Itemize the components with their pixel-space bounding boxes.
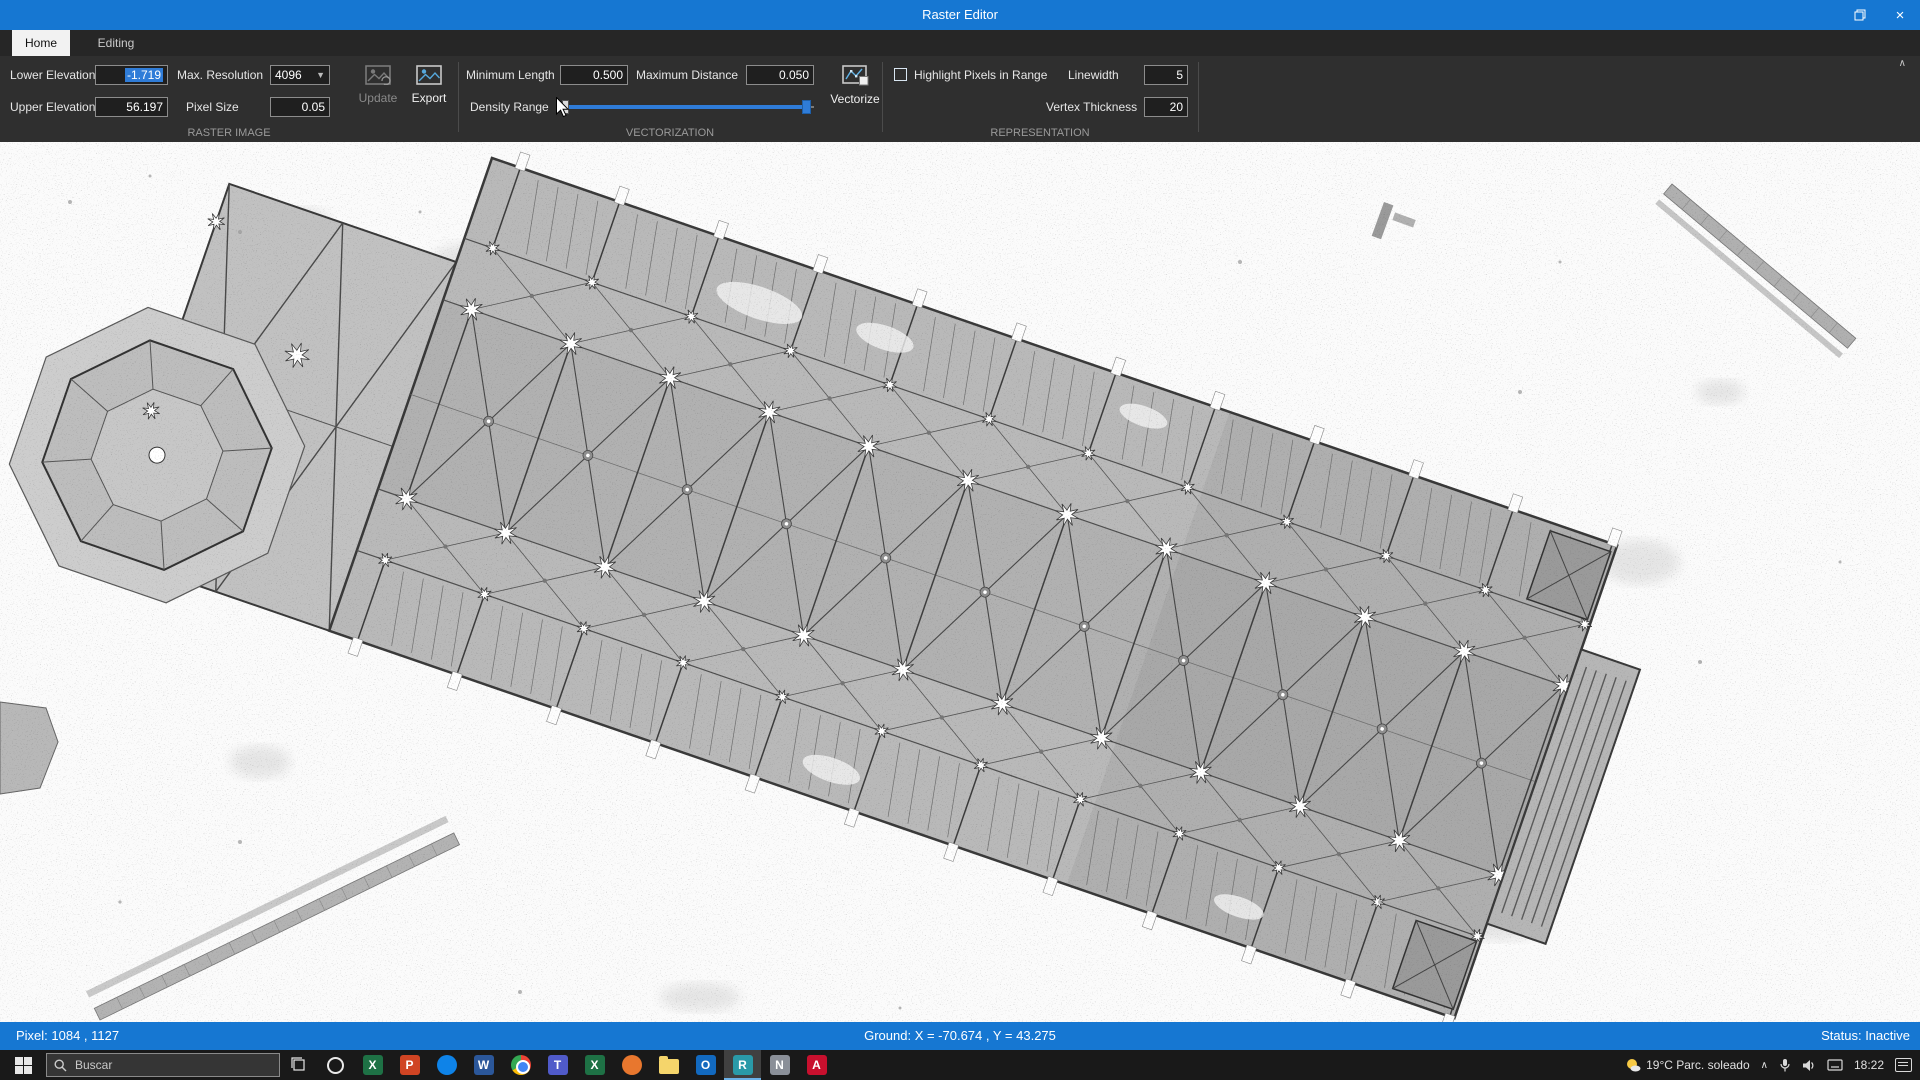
slider-fill [569, 105, 802, 109]
maximum-distance-label: Maximum Distance [636, 64, 738, 86]
taskbar-app-word[interactable]: W [465, 1050, 502, 1080]
search-icon [54, 1059, 67, 1072]
cathedral-plan-raster [0, 142, 1920, 1022]
task-view-icon [291, 1057, 307, 1073]
windows-logo-icon [15, 1057, 32, 1074]
tab-home[interactable]: Home [12, 30, 70, 56]
slider-left-thumb[interactable] [562, 100, 569, 114]
taskbar: XPWTXORNA 19°C Parc. soleado ∧ [0, 1050, 1920, 1080]
taskbar-app-acrobat[interactable]: A [798, 1050, 835, 1080]
taskbar-app-chrome[interactable] [502, 1050, 539, 1080]
raster-canvas[interactable] [0, 142, 1920, 1022]
highlight-pixels-label[interactable]: Highlight Pixels in Range [914, 64, 1047, 86]
sun-cloud-icon [1625, 1057, 1641, 1073]
ribbon: Lower Elevation -1.719 Max. Resolution 4… [0, 56, 1920, 142]
linewidth-field[interactable]: 5 [1144, 65, 1188, 85]
taskbar-app-firefox[interactable] [613, 1050, 650, 1080]
clock[interactable]: 18:22 [1854, 1058, 1884, 1072]
lower-elevation-label: Lower Elevation [10, 64, 95, 86]
chevron-down-icon: ▼ [316, 70, 325, 80]
export-image-icon [416, 65, 442, 85]
status-pixel: Pixel: 1084 , 1127 [16, 1022, 119, 1050]
density-range-label: Density Range [470, 96, 549, 118]
highlight-pixels-checkbox[interactable] [894, 68, 907, 81]
taskbar-app-edge[interactable] [428, 1050, 465, 1080]
status-ground: Ground: X = -70.674 , Y = 43.275 [864, 1022, 1056, 1050]
group-separator [882, 62, 883, 132]
taskbar-app-notepad[interactable]: N [761, 1050, 798, 1080]
close-icon: × [1896, 7, 1905, 24]
taskbar-app-excel-doc[interactable]: X [576, 1050, 613, 1080]
export-button[interactable]: Export [404, 61, 454, 121]
speaker-icon[interactable] [1802, 1059, 1816, 1072]
touch-keyboard-icon[interactable] [1827, 1059, 1843, 1071]
update-button[interactable]: Update [350, 61, 406, 121]
status-bar: Pixel: 1084 , 1127 Ground: X = -70.674 ,… [0, 1022, 1920, 1050]
title-bar: Raster Editor × [0, 0, 1920, 30]
restore-icon [1854, 9, 1866, 21]
taskbar-search-box[interactable] [46, 1053, 280, 1077]
status-state: Status: Inactive [1821, 1022, 1910, 1050]
restore-window-button[interactable] [1840, 0, 1880, 30]
notification-icon [1895, 1058, 1912, 1072]
taskbar-app-powerpoint[interactable]: P [391, 1050, 428, 1080]
ribbon-tab-row: Home Editing [0, 30, 1920, 56]
max-resolution-label: Max. Resolution [177, 64, 263, 86]
upper-elevation-field[interactable]: 56.197 [95, 97, 168, 117]
taskbar-app-outlook[interactable]: O [687, 1050, 724, 1080]
minimum-length-field[interactable]: 0.500 [560, 65, 628, 85]
vertex-thickness-label: Vertex Thickness [1046, 96, 1137, 118]
minimum-length-label: Minimum Length [466, 64, 555, 86]
raster-editor-window: { "window": { "title": "Raster Editor" }… [0, 0, 1920, 1080]
taskbar-app-file-explorer[interactable] [650, 1050, 687, 1080]
vectorize-icon [842, 65, 869, 86]
linewidth-label: Linewidth [1068, 64, 1119, 86]
weather-text: 19°C Parc. soleado [1646, 1058, 1750, 1072]
group-separator [458, 62, 459, 132]
tab-editing[interactable]: Editing [84, 30, 148, 56]
taskbar-app-alarms-clock[interactable] [317, 1050, 354, 1080]
lower-elevation-field[interactable]: -1.719 [95, 65, 168, 85]
maximum-distance-field[interactable]: 0.050 [746, 65, 814, 85]
vertex-thickness-field[interactable]: 20 [1144, 97, 1188, 117]
vectorization-group-label: VECTORIZATION [458, 126, 882, 141]
taskbar-app-excel[interactable]: X [354, 1050, 391, 1080]
start-button[interactable] [0, 1050, 46, 1080]
close-window-button[interactable]: × [1880, 0, 1920, 30]
window-title: Raster Editor [0, 0, 1920, 30]
upper-elevation-label: Upper Elevation [10, 96, 95, 118]
vectorize-button[interactable]: Vectorize [826, 61, 884, 121]
taskbar-app-icons: XPWTXORNA [317, 1050, 835, 1080]
update-image-icon [365, 65, 391, 85]
group-separator [1198, 62, 1199, 132]
taskbar-app-raster-editor[interactable]: R [724, 1050, 761, 1080]
task-view-button[interactable] [280, 1050, 317, 1080]
raster-image-group-label: RASTER IMAGE [0, 126, 458, 141]
system-tray: 19°C Parc. soleado ∧ [1625, 1057, 1920, 1073]
pixel-size-label: Pixel Size [186, 96, 239, 118]
microphone-icon[interactable] [1779, 1058, 1791, 1073]
slider-right-thumb[interactable] [802, 100, 811, 114]
search-input[interactable] [73, 1057, 243, 1073]
density-range-slider[interactable] [560, 96, 814, 118]
pixel-size-field[interactable]: 0.05 [270, 97, 330, 117]
max-resolution-dropdown[interactable]: 4096 ▼ [270, 65, 330, 85]
weather-widget[interactable]: 19°C Parc. soleado [1625, 1057, 1750, 1073]
taskbar-app-teams[interactable]: T [539, 1050, 576, 1080]
collapse-ribbon-chevron-icon[interactable]: ∧ [1899, 58, 1906, 69]
notification-center-button[interactable] [1895, 1058, 1912, 1072]
representation-group-label: REPRESENTATION [882, 126, 1198, 141]
show-hidden-icons-chevron[interactable]: ∧ [1761, 1060, 1768, 1071]
